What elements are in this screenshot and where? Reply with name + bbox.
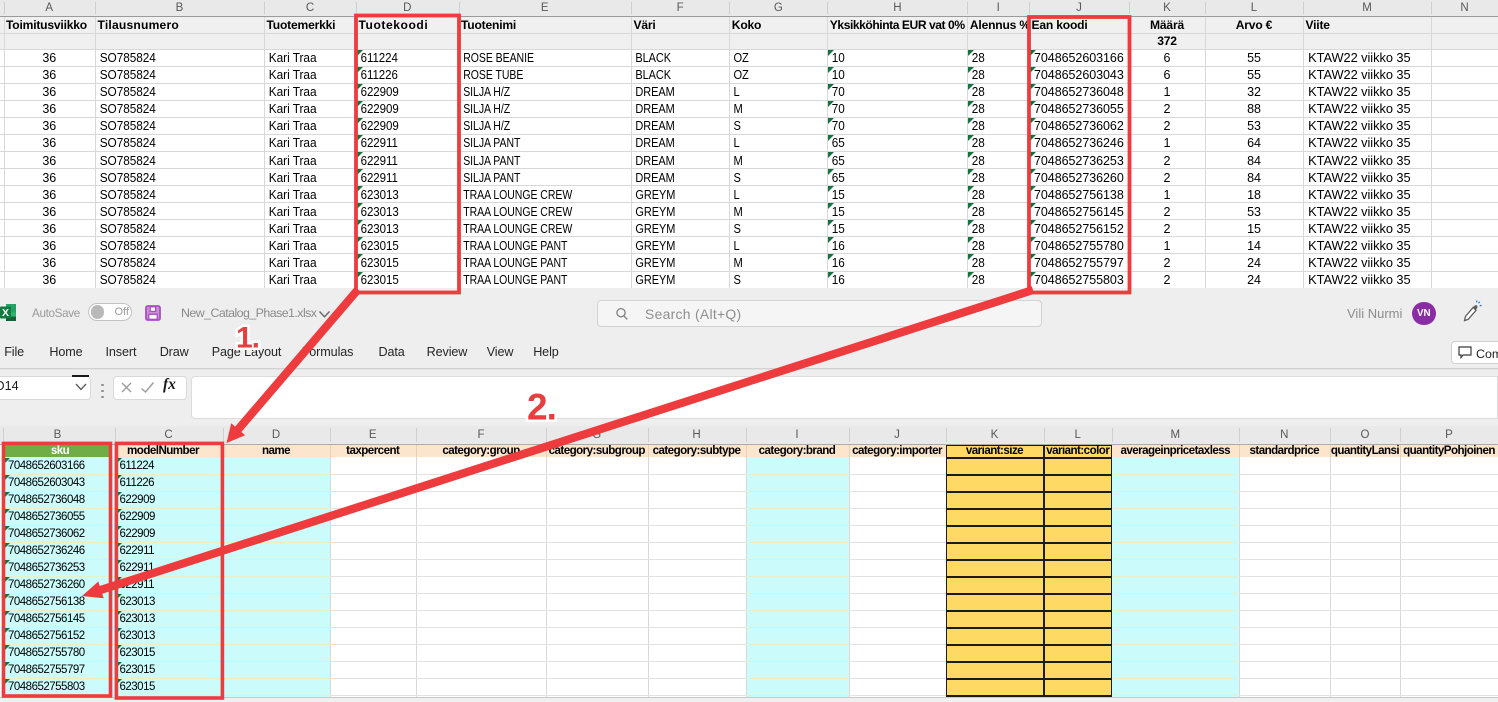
svg-text:1.: 1. bbox=[236, 322, 259, 355]
svg-text:2.: 2. bbox=[527, 387, 556, 428]
